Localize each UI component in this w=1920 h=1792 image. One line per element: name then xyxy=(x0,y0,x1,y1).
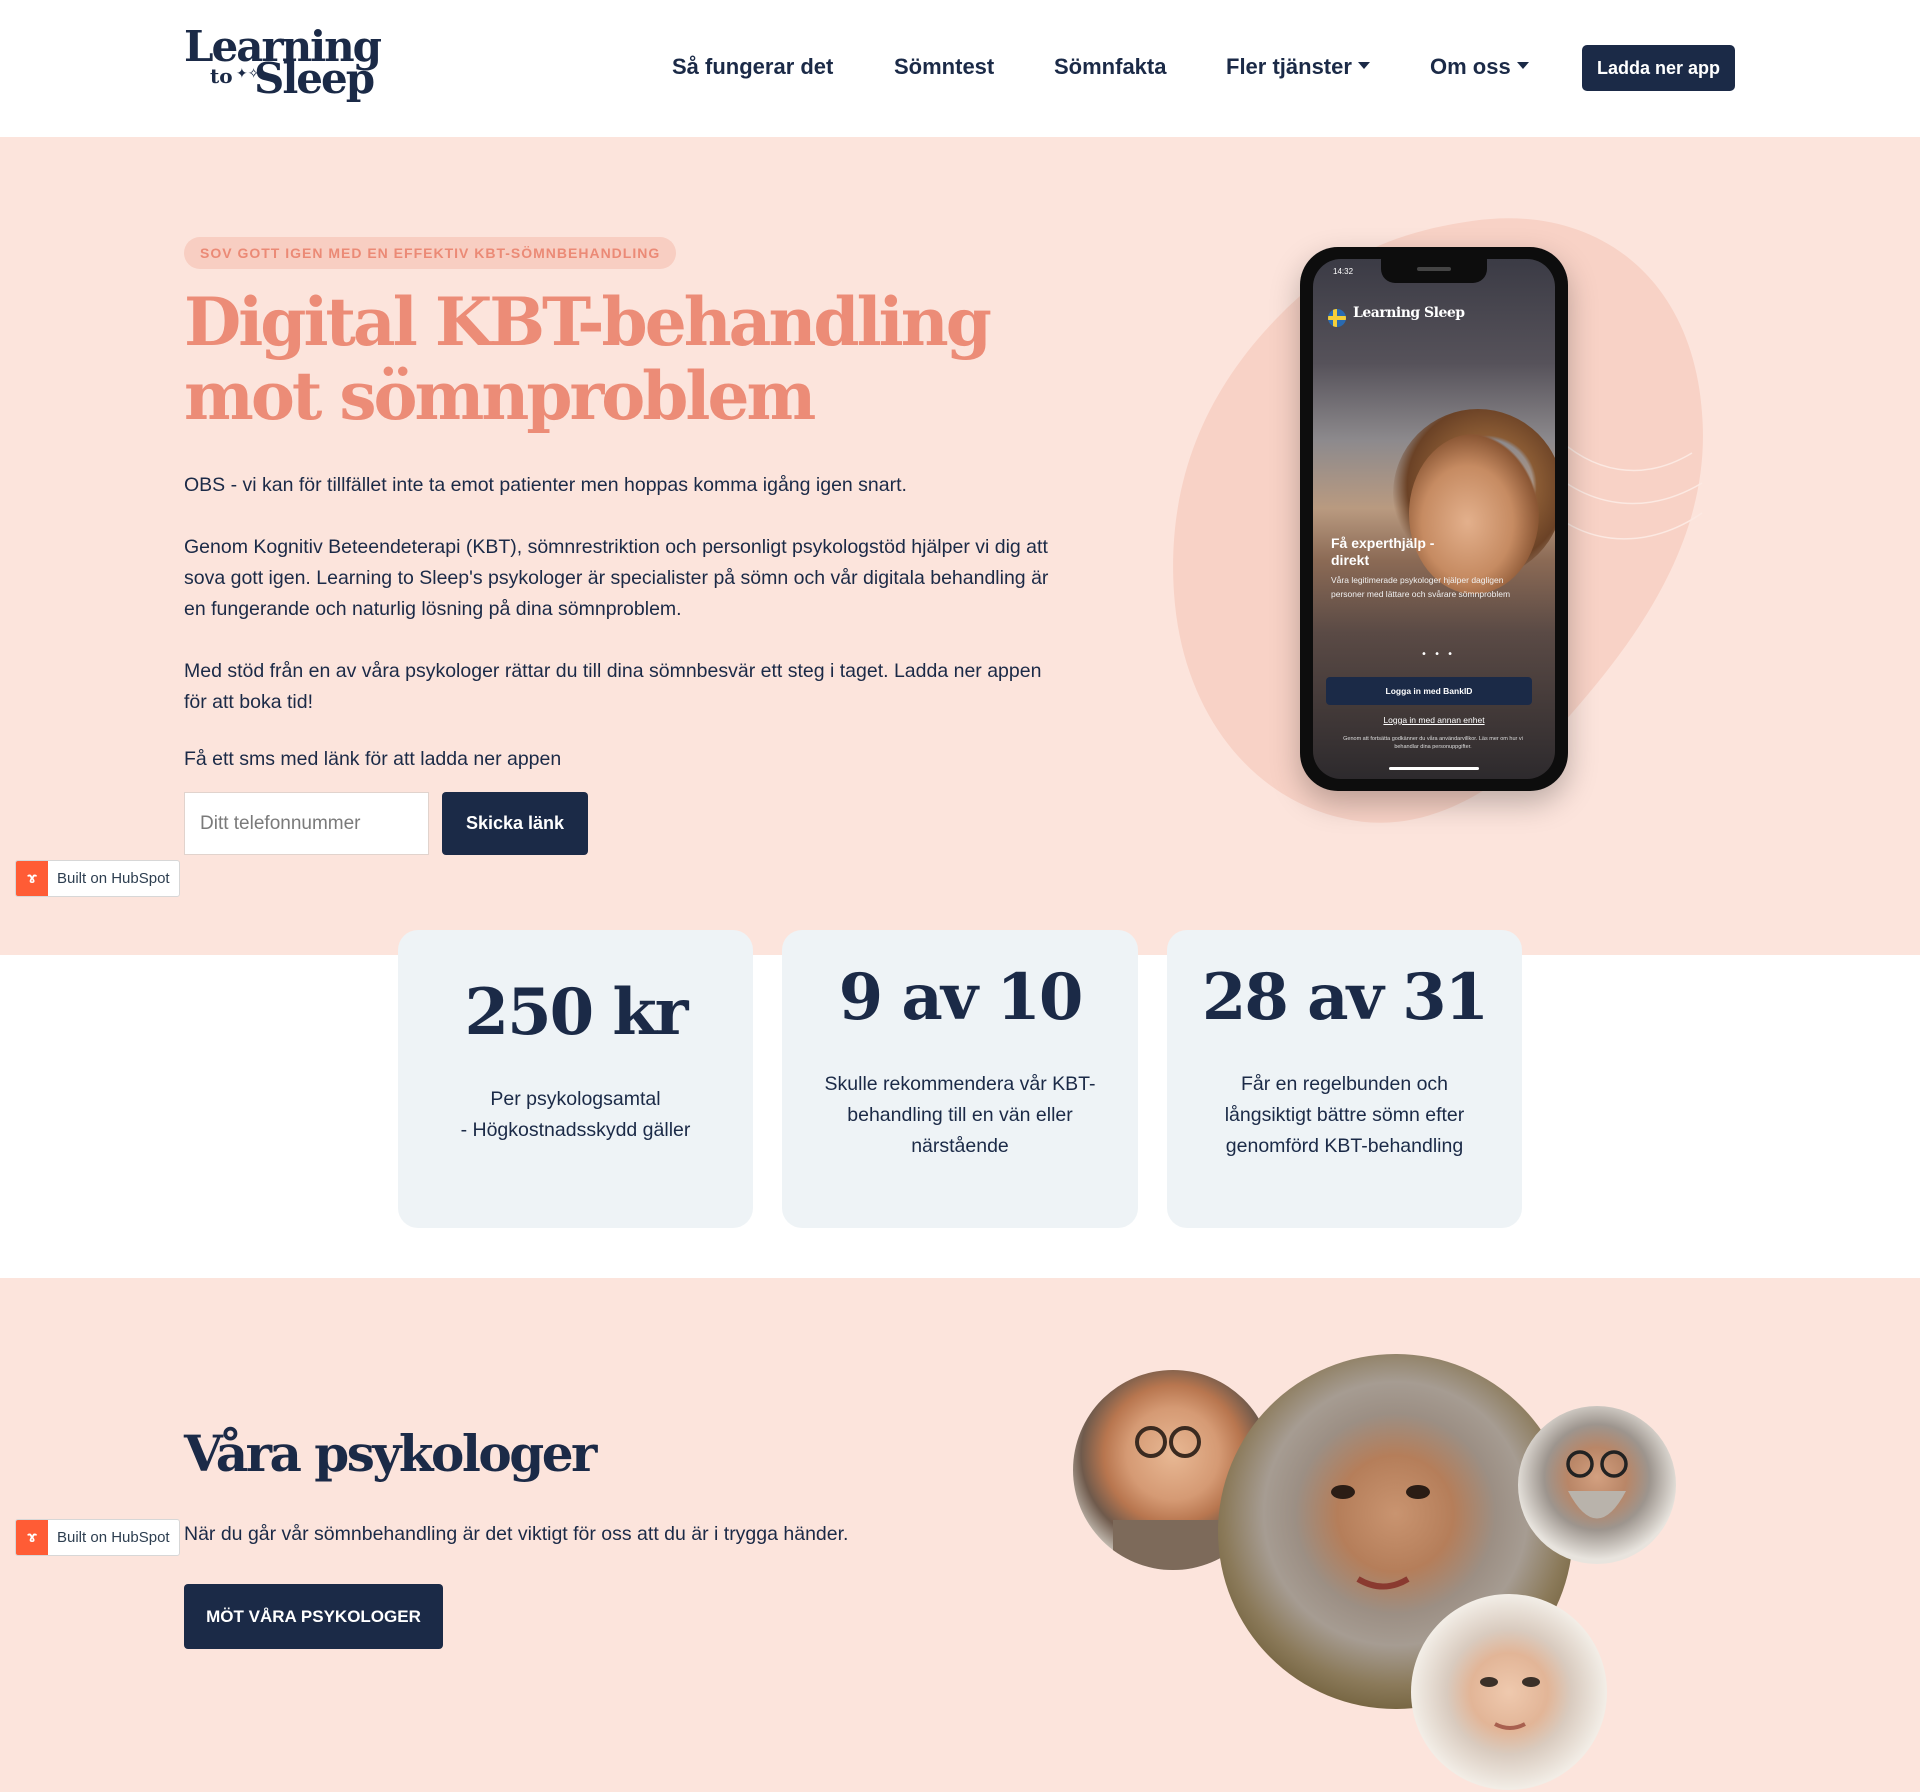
hero-description: Genom Kognitiv Beteendeterapi (KBT), söm… xyxy=(184,536,1049,620)
meet-psychologists-button[interactable]: MÖT VÅRA PSYKOLOGER xyxy=(184,1584,443,1649)
other-device-link: Logga in med annan enhet xyxy=(1383,715,1485,725)
stat-card-price: 250 kr Per psykologsamtal - Högkostnadss… xyxy=(398,930,753,1228)
send-link-button[interactable]: Skicka länk xyxy=(442,792,588,855)
sms-label: Få ett sms med länk för att ladda ner ap… xyxy=(184,748,562,770)
bankid-login-button: Logga in med BankID xyxy=(1326,677,1532,705)
stat-desc: Skulle rekommendera vår KBT-behandling t… xyxy=(824,1073,1096,1157)
psychologists-title: Våra psykologer xyxy=(184,1424,597,1483)
stat-card-recommend: 9 av 10 Skulle rekommendera vår KBT-beha… xyxy=(782,930,1138,1228)
nav-label: Fler tjänster xyxy=(1226,54,1352,79)
nav-label: Så fungerar det xyxy=(672,54,834,79)
phone-brand: Learning Sleep xyxy=(1353,305,1465,321)
nav-label: Sömntest xyxy=(894,54,995,79)
stat-desc-line1: Per psykologsamtal xyxy=(490,1088,661,1110)
psychologists-section: Våra psykologer När du går vår sömnbehan… xyxy=(0,1278,1920,1792)
phone-time: 14:32 xyxy=(1333,267,1354,276)
phone-number-input[interactable] xyxy=(184,792,429,855)
hero-title: Digital KBT-behandling mot sömnproblem xyxy=(184,283,992,435)
psychologist-photo xyxy=(1518,1406,1676,1564)
hero-eyebrow: SOV GOTT IGEN MED EN EFFEKTIV KBT-SÖMNBE… xyxy=(184,237,677,269)
nav-label: Sömnfakta xyxy=(1054,54,1167,79)
stat-value: 28 av 31 xyxy=(1201,960,1489,1035)
phone-headline: Få experthjälp - direkt xyxy=(1331,535,1435,568)
hubspot-icon: ɤ xyxy=(16,1520,48,1555)
nav-label: Om oss xyxy=(1430,54,1511,79)
phone-mockup: 14:32 Learning Sleep Få experthjälp - di… xyxy=(1300,247,1568,791)
phone-photo-face xyxy=(1409,434,1539,594)
phone-subtext: Våra legitimerade psykologer hjälper dag… xyxy=(1331,575,1511,599)
download-app-button[interactable]: Ladda ner app xyxy=(1582,45,1735,91)
stat-card-results: 28 av 31 Får en regelbunden och långsikt… xyxy=(1167,930,1522,1228)
stat-value: 9 av 10 xyxy=(838,960,1084,1035)
stat-desc-line2: - Högkostnadsskydd gäller xyxy=(460,1119,691,1141)
hubspot-badge[interactable]: ɤ Built on HubSpot xyxy=(15,860,180,897)
stat-value: 250 kr xyxy=(464,975,689,1050)
nav-item-sleep-facts[interactable]: Sömnfakta xyxy=(1054,52,1166,82)
carousel-dots: • • • xyxy=(1421,649,1456,660)
hubspot-badge[interactable]: ɤ Built on HubSpot xyxy=(15,1519,180,1556)
hubspot-icon: ɤ xyxy=(16,861,48,896)
hero-cta-text: Med stöd från en av våra psykologer rätt… xyxy=(184,660,1042,713)
phone-legal-text: Genom att fortsätta godkänner du våra an… xyxy=(1343,736,1523,750)
caret-down-icon xyxy=(1516,61,1529,69)
nav-item-about-us[interactable]: Om oss xyxy=(1430,52,1529,82)
caret-down-icon xyxy=(1357,61,1370,69)
nav-item-sleep-test[interactable]: Sömntest xyxy=(894,52,994,82)
home-indicator xyxy=(1389,767,1479,770)
hero-notice: OBS - vi kan för tillfället inte ta emot… xyxy=(184,474,907,496)
hubspot-label: Built on HubSpot xyxy=(57,870,170,887)
nav-item-how-it-works[interactable]: Så fungerar det xyxy=(672,52,833,82)
phone-notch xyxy=(1381,259,1487,283)
hero-section: SOV GOTT IGEN MED EN EFFEKTIV KBT-SÖMNBE… xyxy=(0,137,1920,955)
psychologists-text: När du går vår sömnbehandling är det vik… xyxy=(184,1523,849,1545)
phone-screen: 14:32 Learning Sleep Få experthjälp - di… xyxy=(1313,259,1555,779)
logo-text-sleep: Sleep xyxy=(254,54,375,103)
swedish-flag-icon xyxy=(1328,309,1346,327)
logo[interactable]: Learning to ✦✧ Sleep xyxy=(184,26,382,103)
hubspot-label: Built on HubSpot xyxy=(57,1529,170,1546)
site-header: Learning to ✦✧ Sleep Så fungerar det Söm… xyxy=(0,0,1920,137)
logo-text-to: to xyxy=(210,64,233,88)
nav-item-more-services[interactable]: Fler tjänster xyxy=(1226,52,1370,82)
psychologist-photo xyxy=(1411,1594,1607,1790)
stat-desc: Får en regelbunden och långsiktigt bättr… xyxy=(1224,1073,1465,1157)
